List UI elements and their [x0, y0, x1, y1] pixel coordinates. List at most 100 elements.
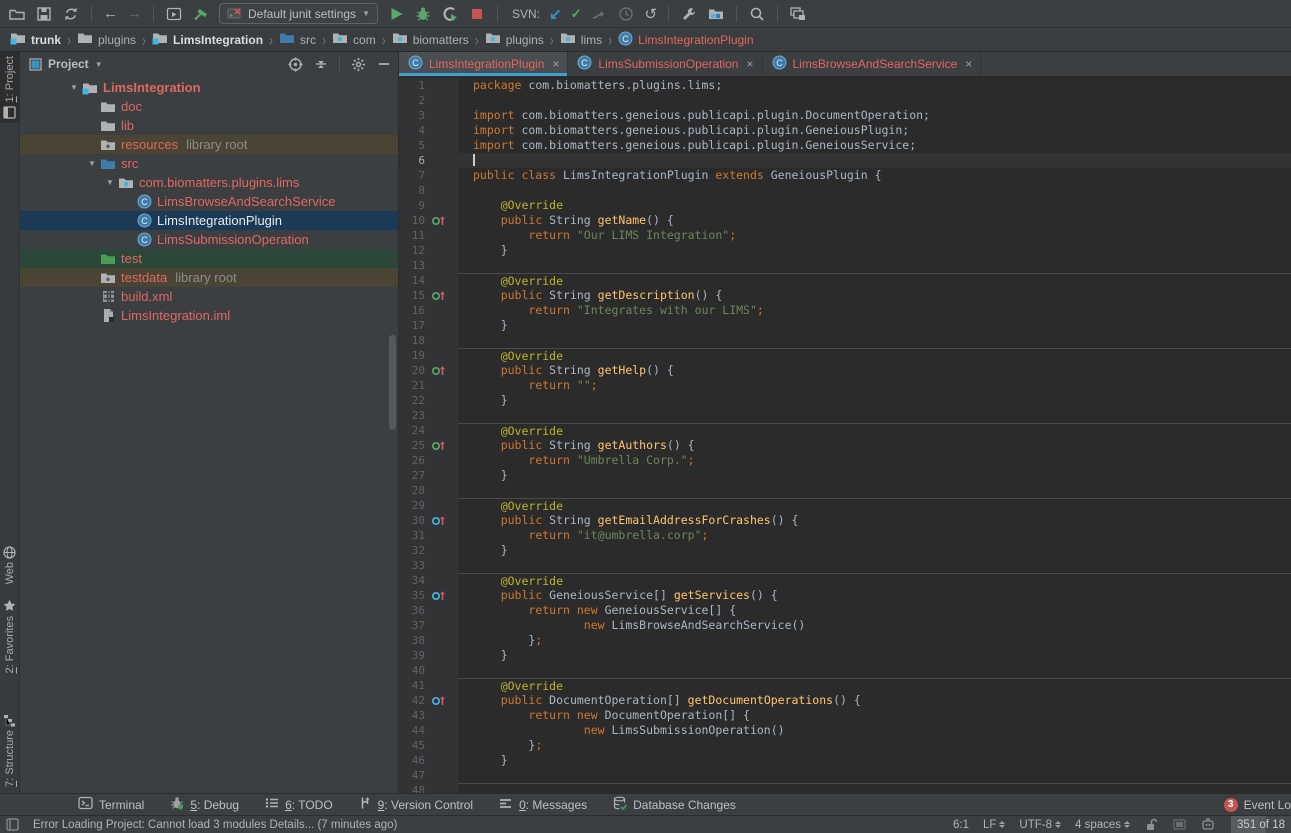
tree-row-build-xml[interactable]: build.xml — [20, 287, 398, 306]
code-text[interactable]: } — [458, 318, 1291, 333]
collapse-all-icon[interactable] — [313, 56, 329, 72]
tree-expand-icon[interactable]: ▼ — [102, 178, 118, 187]
toolwindow-button-terminal[interactable]: Terminal — [78, 796, 144, 813]
caret-position[interactable]: 6:1 — [953, 819, 969, 831]
code-text[interactable]: return new DocumentOperation[] { — [458, 708, 1291, 723]
run-with-coverage-icon[interactable] — [441, 5, 459, 23]
editor-tab-limsintegrationplugin[interactable]: CLimsIntegrationPlugin× — [399, 52, 568, 76]
vcs-commit-icon[interactable]: ✓ — [571, 6, 582, 22]
project-scrollbar[interactable] — [389, 335, 396, 430]
code-text[interactable]: public String getEmailAddressForCrashes(… — [458, 513, 1291, 528]
breadcrumb-item[interactable]: trunk — [8, 30, 63, 49]
hector-inspections-icon[interactable] — [1200, 818, 1215, 832]
gutter[interactable]: 37 — [399, 618, 458, 633]
code-text[interactable]: @Override — [458, 198, 1291, 213]
editor-tab-limssubmissionoperation[interactable]: CLimsSubmissionOperation× — [568, 52, 762, 76]
code-text[interactable] — [458, 558, 1291, 573]
gutter[interactable]: 47 — [399, 768, 458, 783]
search-icon[interactable] — [748, 5, 766, 23]
run-icon[interactable] — [387, 5, 405, 23]
code-text[interactable]: }; — [458, 633, 1291, 648]
overrides-method-icon[interactable] — [430, 694, 452, 708]
gutter[interactable]: 19 — [399, 348, 458, 363]
code-text[interactable]: import com.biomatters.geneious.publicapi… — [458, 138, 1291, 153]
code-text[interactable] — [458, 333, 1291, 348]
toolwindow-button----todo[interactable]: 6: TODO — [265, 797, 333, 812]
code-text[interactable]: return "Integrates with our LIMS"; — [458, 303, 1291, 318]
gutter[interactable]: 14 — [399, 273, 458, 288]
gutter[interactable]: 34 — [399, 573, 458, 588]
settings-wrench-icon[interactable] — [680, 5, 698, 23]
run-configuration-select[interactable]: Default junit settings ▼ — [219, 3, 378, 24]
code-text[interactable]: } — [458, 468, 1291, 483]
gutter[interactable]: 43 — [399, 708, 458, 723]
code-text[interactable]: return ""; — [458, 378, 1291, 393]
code-text[interactable]: package com.biomatters.plugins.lims; — [458, 78, 1291, 93]
gutter[interactable]: 35 — [399, 588, 458, 603]
stop-icon[interactable] — [468, 5, 486, 23]
overrides-method-icon[interactable] — [430, 589, 452, 603]
tree-row-limsintegrationplugin[interactable]: CLimsIntegrationPlugin — [20, 211, 398, 230]
gutter[interactable]: 45 — [399, 738, 458, 753]
event-log-button[interactable]: 3Event Lo — [1224, 798, 1291, 812]
code-text[interactable]: } — [458, 648, 1291, 663]
gutter[interactable]: 23 — [399, 408, 458, 423]
breadcrumb-item[interactable]: LimsIntegration — [150, 30, 265, 49]
gutter[interactable]: 18 — [399, 333, 458, 348]
editor-tab-limsbrowseandsearchservice[interactable]: CLimsBrowseAndSearchService× — [763, 52, 982, 76]
gutter[interactable]: 20 — [399, 363, 458, 378]
vcs-update-icon[interactable]: ↙ — [549, 5, 562, 23]
gutter[interactable]: 27 — [399, 468, 458, 483]
code-text[interactable]: }; — [458, 738, 1291, 753]
breadcrumb-item[interactable]: src — [277, 30, 318, 49]
stripe-button----favorites[interactable]: 2: Favorites — [0, 595, 20, 677]
memory-indicator[interactable]: 351 of 18 — [1231, 816, 1291, 833]
gutter[interactable]: 36 — [399, 603, 458, 618]
gutter[interactable]: 11 — [399, 228, 458, 243]
breadcrumb-item[interactable]: CLimsIntegrationPlugin — [616, 31, 755, 49]
tree-row-limsintegration-iml[interactable]: LimsIntegration.iml — [20, 306, 398, 325]
gutter[interactable]: 41 — [399, 678, 458, 693]
close-icon[interactable]: × — [965, 57, 972, 71]
tree-expand-icon[interactable]: ▼ — [84, 159, 100, 168]
code-text[interactable]: return "it@umbrella.corp"; — [458, 528, 1291, 543]
gutter[interactable]: 22 — [399, 393, 458, 408]
overrides-method-icon[interactable] — [430, 364, 452, 378]
code-text[interactable]: @Override — [458, 348, 1291, 363]
status-message[interactable]: Error Loading Project: Cannot load 3 mod… — [33, 819, 397, 831]
line-ending-select[interactable]: LF — [983, 819, 1005, 831]
gutter[interactable]: 17 — [399, 318, 458, 333]
code-text[interactable]: public String getHelp() { — [458, 363, 1291, 378]
code-text[interactable]: public DocumentOperation[] getDocumentOp… — [458, 693, 1291, 708]
gutter[interactable]: 21 — [399, 378, 458, 393]
gutter[interactable]: 25 — [399, 438, 458, 453]
code-text[interactable]: import com.biomatters.geneious.publicapi… — [458, 108, 1291, 123]
hide-panel-icon[interactable] — [376, 56, 392, 72]
code-editor[interactable]: 1package com.biomatters.plugins.lims;23i… — [399, 76, 1291, 793]
breadcrumb-item[interactable]: plugins — [75, 30, 138, 49]
stripe-button----structure[interactable]: 7: Structure — [0, 709, 20, 791]
code-text[interactable]: @Override — [458, 273, 1291, 288]
gutter[interactable]: 31 — [399, 528, 458, 543]
gutter[interactable]: 3 — [399, 108, 458, 123]
tree-row-lib[interactable]: lib — [20, 116, 398, 135]
code-text[interactable] — [458, 663, 1291, 678]
gutter[interactable]: 42 — [399, 693, 458, 708]
close-icon[interactable]: × — [746, 57, 753, 71]
gear-icon[interactable] — [350, 56, 366, 72]
code-text[interactable]: return "Our LIMS Integration"; — [458, 228, 1291, 243]
toolwindow-switcher-icon[interactable] — [5, 818, 19, 832]
gutter[interactable]: 39 — [399, 648, 458, 663]
code-text[interactable]: new LimsBrowseAndSearchService() — [458, 618, 1291, 633]
gutter[interactable]: 32 — [399, 543, 458, 558]
code-text[interactable] — [458, 93, 1291, 108]
tree-row-com-biomatters-plugins-lims[interactable]: ▼com.biomatters.plugins.lims — [20, 173, 398, 192]
toolwindow-button----messages[interactable]: 0: Messages — [499, 798, 587, 812]
stripe-button----project[interactable]: 1: Project — [0, 52, 20, 123]
gutter[interactable]: 6 — [399, 153, 458, 168]
code-text[interactable]: return "Umbrella Corp."; — [458, 453, 1291, 468]
gutter[interactable]: 44 — [399, 723, 458, 738]
gutter[interactable]: 26 — [399, 453, 458, 468]
breadcrumb-item[interactable]: plugins — [483, 30, 546, 49]
gutter[interactable]: 2 — [399, 93, 458, 108]
